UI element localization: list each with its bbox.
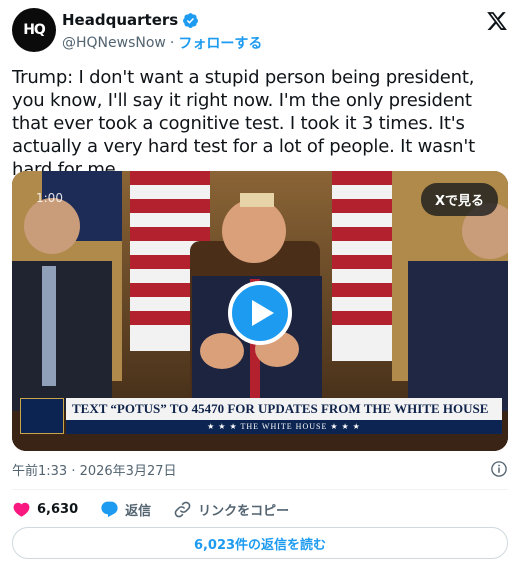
video-lower-third: TEXT “POTUS” TO 45470 FOR UPDATES FROM T… (20, 398, 502, 434)
play-icon (251, 300, 274, 326)
tweet-card: HQ Headquarters @HQNewsNow · フォローする Trum… (0, 0, 520, 570)
avatar[interactable]: HQ (12, 8, 56, 52)
white-house-seal (20, 398, 64, 434)
link-icon (174, 501, 191, 517)
like-button[interactable]: 6,630 (12, 500, 78, 519)
author-name-row: Headquarters (62, 11, 199, 29)
heart-icon (13, 502, 30, 517)
author-handle[interactable]: @HQNewsNow (62, 35, 166, 51)
reply-bubble-icon (101, 501, 118, 517)
verified-badge-icon (183, 12, 199, 28)
separator-dot: · (169, 35, 175, 51)
banner-text: TEXT “POTUS” TO 45470 FOR UPDATES FROM T… (66, 398, 502, 420)
author-name[interactable]: Headquarters (62, 11, 178, 29)
reply-button[interactable]: 返信 (100, 500, 151, 519)
follow-button[interactable]: フォローする (178, 33, 262, 53)
handle-row: @HQNewsNow · フォローする (62, 33, 262, 53)
tweet-timestamp[interactable]: 午前1:33 · 2026年3月27日 (12, 460, 177, 479)
play-button[interactable] (228, 281, 292, 345)
copy-link-button[interactable]: リンクをコピー (173, 500, 289, 519)
info-icon[interactable] (490, 460, 508, 478)
tweet-text: Trump: I don't want a stupid person bein… (12, 67, 475, 180)
video-timecode: 1:00 (36, 191, 63, 205)
copy-link-label: リンクをコピー (198, 503, 290, 519)
x-logo-icon[interactable] (486, 10, 508, 32)
reply-label: 返信 (125, 503, 152, 519)
video-player[interactable]: 1:00 Xで見る TEXT “POTUS” TO 45470 FOR UPDA… (12, 171, 508, 451)
watch-on-x-button[interactable]: Xで見る (420, 183, 498, 216)
divider (12, 489, 508, 490)
banner-subtext: ★ ★ ★ THE WHITE HOUSE ★ ★ ★ (66, 420, 502, 434)
action-bar: 6,630 返信 リンクをコピー (12, 497, 311, 521)
avatar-logo-text: HQ (23, 22, 46, 38)
read-replies-button[interactable]: 6,023件の返信を読む (12, 527, 508, 559)
like-count: 6,630 (37, 501, 79, 517)
